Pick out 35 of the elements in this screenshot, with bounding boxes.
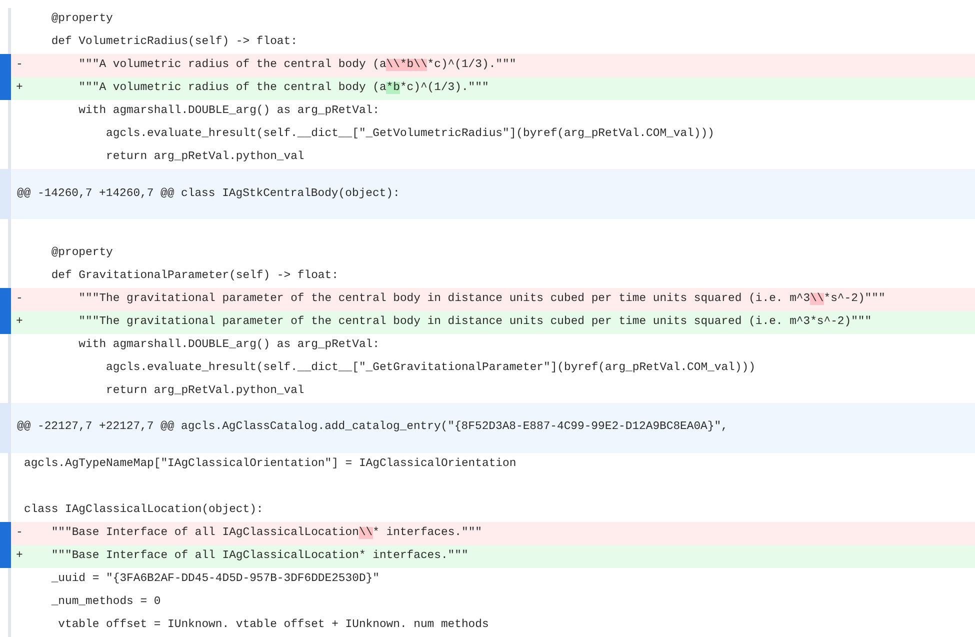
code-line: def GravitationalParameter(self) -> float: — [50, 268, 338, 284]
code-line: return arg_pRetVal.python_val — [105, 150, 304, 166]
code-line: return arg_pRetVal.python_val — [105, 384, 304, 400]
diff-sign: + — [15, 548, 24, 564]
code-line: vtable offset = IUnknown. vtable offset + IUnknown. num methods — [57, 618, 489, 633]
code-text: """Base Interface of all IAgClassicalLocation* interfaces.""" — [50, 548, 468, 564]
diff-sign: + — [15, 314, 24, 330]
code-text: """The gravitational parameter of the central body in distance units cubed per time units squared (i.e. m^3\\*s^-2)""" — [78, 292, 886, 307]
code-line: agcls.AgTypeNameMap["IAgClassicalOrientation"] = IAgClassicalOrientation — [24, 456, 516, 472]
code-line: def VolumetricRadius(self) -> float: — [50, 34, 298, 50]
code-line: agcls.evaluate_hresult(self.__dict__["_GetVolumetricRadius"](byref(arg_pRetVal.COM_val))) — [105, 126, 714, 142]
code-text: """A volumetric radius of the central body (a*b*c)^(1/3).""" — [78, 80, 489, 96]
code-line: @property — [50, 246, 113, 261]
diff-sign: - — [15, 526, 24, 541]
hunk-header: @@ -22127,7 +22127,7 @@ agcls.AgClassCatalog.add_catalog_entry("{8F52D3A8-E887-4C99-99E2-D12A9BC8EA0A}", — [11, 403, 975, 453]
change-marker — [0, 54, 11, 78]
code-line: _uuid = "{3FA6B2AF-DD45-4D5D-957B-3DF6DDE2530D}" — [50, 572, 380, 587]
code-line: agcls.evaluate_hresult(self.__dict__["_GetGravitationalParameter"](byref(arg_pRetVal.COM_val))) — [105, 360, 756, 376]
code-line: class IAgClassicalLocation(object): — [24, 502, 264, 518]
change-marker — [0, 310, 11, 334]
code-line: _num_methods = 0 — [50, 594, 161, 610]
change-marker — [0, 77, 11, 100]
code-line: with agmarshall.DOUBLE_arg() as arg_pRetVal: — [78, 104, 380, 120]
code-line: @property — [50, 12, 113, 27]
change-marker — [0, 522, 11, 545]
hunk-header: @@ -14260,7 +14260,7 @@ class IAgStkCentralBody(object): — [11, 169, 975, 219]
code-text: """The gravitational parameter of the central body in distance units cubed per time units squared (i.e. m^3*s^-2)""" — [78, 314, 872, 330]
code-text: """Base Interface of all IAgClassicalLocation\\* interfaces.""" — [50, 526, 482, 541]
code-text: """A volumetric radius of the central body (a\\*b\\*c)^(1/3).""" — [78, 58, 516, 74]
change-marker — [0, 544, 11, 568]
change-marker — [0, 288, 11, 311]
diff-sign: - — [15, 292, 24, 307]
code-line: with agmarshall.DOUBLE_arg() as arg_pRetVal: — [78, 338, 380, 354]
diff-sign: - — [15, 58, 24, 74]
diff-sign: + — [15, 81, 24, 96]
